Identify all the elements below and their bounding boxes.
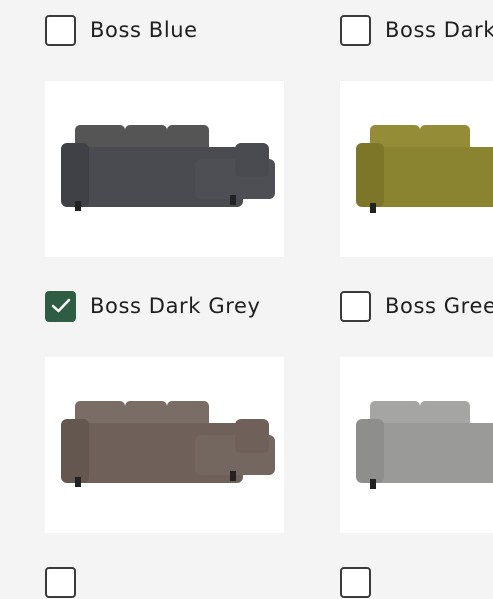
swatch-option-boss-blue[interactable]: Boss Blue <box>45 13 198 47</box>
swatch-image-olive-sofa[interactable] <box>340 81 493 257</box>
checkbox[interactable] <box>45 14 76 46</box>
swatch-image-light-grey-sofa[interactable] <box>340 357 493 533</box>
swatch-label: Boss Gree <box>385 294 493 318</box>
checkbox[interactable] <box>340 290 371 322</box>
sofa-image <box>356 401 493 489</box>
sofa-image <box>61 125 275 211</box>
swatch-option-partial-right[interactable] <box>340 565 371 599</box>
swatch-option-partial-left[interactable] <box>45 565 76 599</box>
sofa-image <box>61 401 275 487</box>
swatch-image-charcoal-sofa[interactable] <box>45 81 284 257</box>
checkbox-checked[interactable] <box>45 290 76 322</box>
swatch-option-boss-dark-grey[interactable]: Boss Dark Grey <box>45 289 261 323</box>
swatch-label: Boss Blue <box>90 18 198 42</box>
checkmark-icon <box>51 298 70 313</box>
checkbox[interactable] <box>45 566 76 598</box>
swatch-label: Boss Dark Grey <box>90 294 261 318</box>
sofa-image <box>356 125 493 213</box>
swatch-option-boss-green[interactable]: Boss Gree <box>340 289 493 323</box>
swatch-option-boss-dark-olive[interactable]: Boss Dark <box>340 13 493 47</box>
checkbox[interactable] <box>340 566 371 598</box>
swatch-label: Boss Dark <box>385 18 493 42</box>
checkbox[interactable] <box>340 14 371 46</box>
swatch-image-taupe-sofa[interactable] <box>45 357 284 533</box>
